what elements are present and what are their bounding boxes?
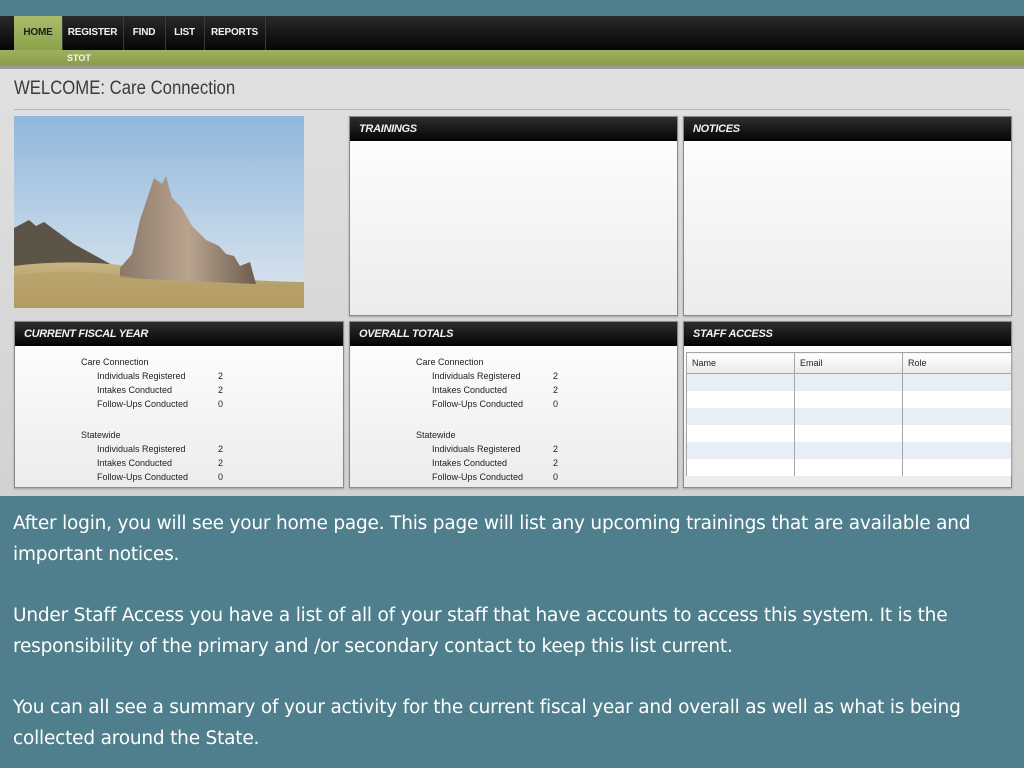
page-title: WELCOME: Care Connection <box>14 78 236 99</box>
nav-list[interactable]: LIST <box>165 16 205 50</box>
stat-label: Follow-Ups Conducted <box>97 472 189 482</box>
stat-value: 2 <box>553 371 559 381</box>
caption-paragraph-3: You can all see a summary of your activi… <box>13 697 961 749</box>
nav-home[interactable]: HOME <box>14 16 63 50</box>
table-row <box>686 442 1012 459</box>
staff-access-panel: STAFF ACCESS Name Email Role <box>683 321 1012 488</box>
top-navigation: HOME REGISTER FIND LIST REPORTS <box>0 16 1024 50</box>
stat-label: Individuals Registered <box>432 444 521 454</box>
trainings-panel: TRAININGS <box>349 116 678 316</box>
table-row <box>686 425 1012 442</box>
stat-label: Follow-Ups Conducted <box>432 399 524 409</box>
nav-reports[interactable]: REPORTS <box>204 16 266 50</box>
panel-header: CURRENT FISCAL YEAR <box>15 322 343 346</box>
table-row <box>686 408 1012 425</box>
divider <box>0 66 1024 69</box>
stat-value: 0 <box>553 399 559 409</box>
current-fiscal-year-panel: CURRENT FISCAL YEAR Care Connection Indi… <box>14 321 344 488</box>
nav-find[interactable]: FIND <box>123 16 166 50</box>
panel-header: STAFF ACCESS <box>684 322 1011 346</box>
stat-value: 2 <box>553 385 559 395</box>
stat-value: 0 <box>218 399 224 409</box>
nav-register[interactable]: REGISTER <box>62 16 124 50</box>
stat-value: 2 <box>218 458 224 468</box>
stat-group-label: Statewide <box>416 430 456 440</box>
table-row <box>686 391 1012 408</box>
stat-group-label: Statewide <box>81 430 121 440</box>
panel-header: NOTICES <box>684 117 1011 141</box>
hero-landscape-image <box>14 116 304 308</box>
panel-header: OVERALL TOTALS <box>350 322 677 346</box>
panel-header: TRAININGS <box>350 117 677 141</box>
caption-paragraph-2: Under Staff Access you have a list of al… <box>13 605 948 657</box>
table-row <box>686 459 1012 476</box>
stat-label: Follow-Ups Conducted <box>432 472 524 482</box>
divider <box>14 109 1010 110</box>
stat-value: 2 <box>218 371 224 381</box>
column-header-email[interactable]: Email <box>794 352 903 374</box>
column-header-role[interactable]: Role <box>902 352 1012 374</box>
stat-value: 2 <box>218 444 224 454</box>
stat-value: 2 <box>553 444 559 454</box>
notices-panel: NOTICES <box>683 116 1012 316</box>
stat-label: Follow-Ups Conducted <box>97 399 189 409</box>
stat-value: 2 <box>553 458 559 468</box>
stat-label: Individuals Registered <box>432 371 521 381</box>
stat-label: Individuals Registered <box>97 371 186 381</box>
stat-group-label: Care Connection <box>81 357 149 367</box>
stat-label: Intakes Conducted <box>97 385 173 395</box>
app-screenshot: HOME REGISTER FIND LIST REPORTS STOT WEL… <box>0 16 1024 496</box>
stat-value: 0 <box>218 472 224 482</box>
overall-totals-panel: OVERALL TOTALS Care Connection Individua… <box>349 321 678 488</box>
stat-value: 0 <box>553 472 559 482</box>
stat-value: 2 <box>218 385 224 395</box>
sub-navigation: STOT <box>0 50 1024 66</box>
stat-label: Intakes Conducted <box>432 458 508 468</box>
stat-label: Individuals Registered <box>97 444 186 454</box>
stat-group-label: Care Connection <box>416 357 484 367</box>
caption-paragraph-1: After login, you will see your home page… <box>13 513 971 565</box>
column-header-name[interactable]: Name <box>686 352 795 374</box>
subnav-stot[interactable]: STOT <box>67 50 91 66</box>
table-row <box>686 373 1012 391</box>
stat-label: Intakes Conducted <box>432 385 508 395</box>
staff-access-table: Name Email Role <box>686 352 1012 476</box>
stat-label: Intakes Conducted <box>97 458 173 468</box>
